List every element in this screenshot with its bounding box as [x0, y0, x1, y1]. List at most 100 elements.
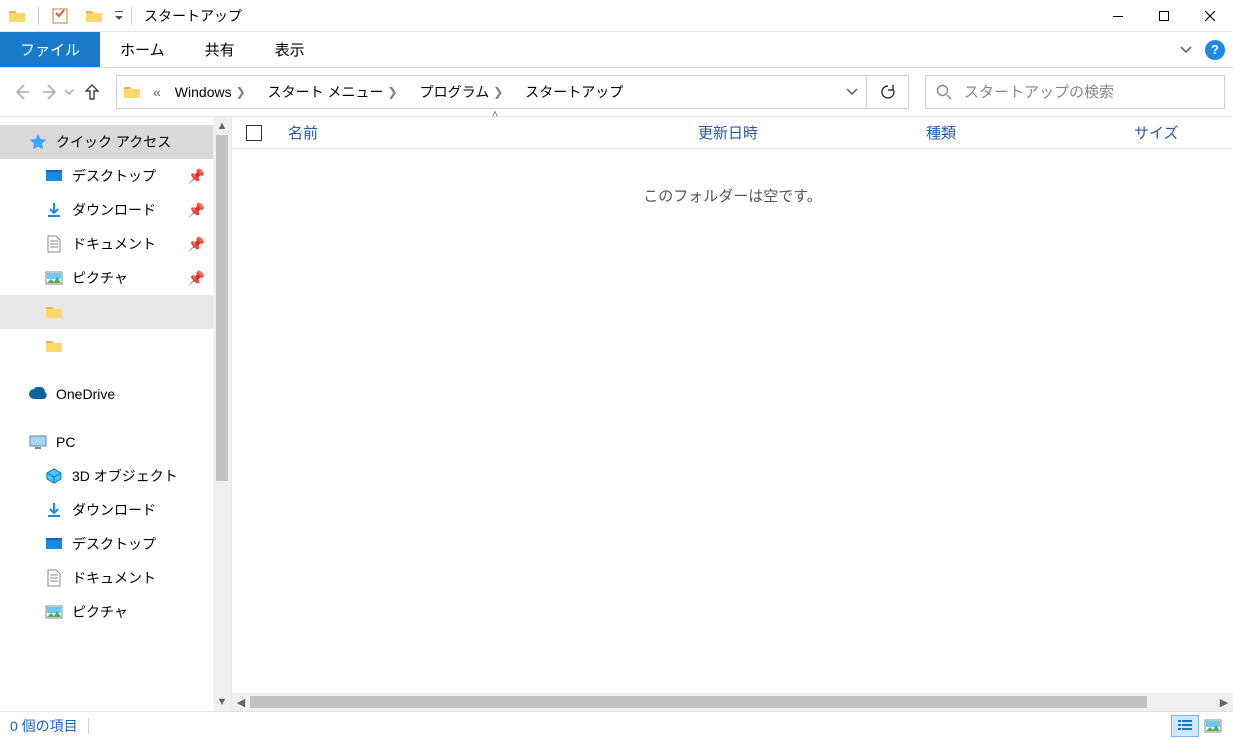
select-all-checkbox[interactable]	[232, 125, 276, 141]
pin-icon: 📌	[188, 168, 205, 185]
nav-quick-access[interactable]: クイック アクセス	[0, 125, 231, 159]
column-type[interactable]: 種類	[914, 117, 1122, 148]
close-button[interactable]	[1187, 0, 1233, 31]
history-dropdown[interactable]	[64, 89, 78, 95]
nav-label: PC	[56, 434, 75, 450]
onedrive-icon	[28, 384, 48, 404]
nav-label: ドキュメント	[72, 234, 156, 254]
chevron-right-icon: ❯	[384, 85, 404, 99]
nav-documents[interactable]: ドキュメント 📌	[0, 227, 231, 261]
pin-icon: 📌	[188, 202, 205, 219]
nav-label: ダウンロード	[72, 200, 156, 220]
scroll-left-icon[interactable]: ◀	[232, 693, 250, 711]
cube-icon	[44, 466, 64, 486]
nav-documents-pc[interactable]: ドキュメント	[0, 561, 231, 595]
qat-dropdown[interactable]	[111, 0, 127, 31]
breadcrumb-item[interactable]: スタートアップ	[517, 76, 631, 108]
ribbon: ファイル ホーム 共有 表示 ?	[0, 32, 1233, 68]
quick-access-toolbar	[0, 0, 127, 31]
nav-downloads-pc[interactable]: ダウンロード	[0, 493, 231, 527]
scroll-track[interactable]	[213, 135, 231, 693]
ribbon-collapse-chevron-icon[interactable]	[1173, 45, 1199, 55]
file-list-area[interactable]: このフォルダーは空です。	[232, 149, 1233, 693]
minimize-button[interactable]	[1095, 0, 1141, 31]
address-bar[interactable]: « Windows❯ スタート メニュー❯ プログラム❯ スタートアップ	[116, 75, 867, 109]
nav-onedrive[interactable]: OneDrive	[0, 377, 231, 411]
nav-desktop-pc[interactable]: デスクトップ	[0, 527, 231, 561]
scroll-right-icon[interactable]: ▶	[1215, 693, 1233, 711]
up-button[interactable]	[78, 78, 106, 106]
help-button[interactable]: ?	[1205, 40, 1225, 60]
nav-pictures[interactable]: ピクチャ 📌	[0, 261, 231, 295]
address-dropdown[interactable]	[838, 88, 866, 96]
tab-home[interactable]: ホーム	[100, 32, 185, 67]
view-thumbnails-button[interactable]	[1199, 715, 1227, 737]
tab-file[interactable]: ファイル	[0, 32, 100, 67]
separator	[38, 7, 39, 25]
empty-folder-message: このフォルダーは空です。	[232, 149, 1233, 206]
qat-folder-icon[interactable]	[0, 0, 34, 31]
column-headers: 名前 更新日時 種類 サイズ	[232, 117, 1233, 149]
scroll-down-icon[interactable]: ▼	[213, 693, 231, 711]
tab-share[interactable]: 共有	[185, 32, 255, 67]
breadcrumb: Windows❯ スタート メニュー❯ プログラム❯ スタートアップ	[167, 76, 838, 108]
status-bar: 0 個の項目	[0, 711, 1233, 739]
view-details-button[interactable]	[1171, 715, 1199, 737]
scroll-up-icon[interactable]: ▲	[213, 117, 231, 135]
breadcrumb-item[interactable]: スタート メニュー❯	[260, 76, 412, 108]
folder-icon	[44, 302, 64, 322]
navigation-row: « Windows❯ スタート メニュー❯ プログラム❯ スタートアップ	[0, 68, 1233, 116]
nav-pictures-pc[interactable]: ピクチャ	[0, 595, 231, 629]
maximize-button[interactable]	[1141, 0, 1187, 31]
back-button[interactable]	[8, 78, 36, 106]
breadcrumb-item[interactable]: プログラム❯	[412, 76, 518, 108]
tab-view[interactable]: 表示	[255, 32, 325, 67]
pictures-icon	[44, 602, 64, 622]
nav-label: ドキュメント	[72, 568, 156, 588]
nav-recent-folder[interactable]	[0, 295, 231, 329]
download-icon	[44, 500, 64, 520]
nav-label: デスクトップ	[72, 166, 156, 186]
separator	[131, 7, 132, 25]
nav-downloads[interactable]: ダウンロード 📌	[0, 193, 231, 227]
search-box[interactable]	[925, 75, 1225, 109]
scroll-track[interactable]	[250, 693, 1215, 711]
nav-label: ピクチャ	[72, 268, 128, 288]
qat-properties-icon[interactable]	[43, 0, 77, 31]
nav-pc[interactable]: PC	[0, 425, 231, 459]
breadcrumb-item[interactable]: Windows❯	[167, 76, 260, 108]
column-size[interactable]: サイズ	[1122, 117, 1233, 148]
content-h-scrollbar[interactable]: ◀ ▶	[232, 693, 1233, 711]
content-pane: ˄ 名前 更新日時 種類 サイズ このフォルダーは空です。 ◀ ▶	[232, 117, 1233, 711]
forward-button[interactable]	[36, 78, 64, 106]
star-icon	[28, 132, 48, 152]
navpane-scrollbar[interactable]: ▲ ▼	[213, 117, 231, 711]
nav-recent-folder[interactable]	[0, 329, 231, 363]
address-folder-icon	[117, 84, 147, 100]
window-title: スタートアップ	[136, 6, 242, 26]
pin-icon: 📌	[188, 270, 205, 287]
nav-label: ダウンロード	[72, 500, 156, 520]
nav-desktop[interactable]: デスクトップ 📌	[0, 159, 231, 193]
download-icon	[44, 200, 64, 220]
chevron-right-icon: ❯	[489, 85, 509, 99]
nav-label: 3D オブジェクト	[72, 466, 178, 486]
breadcrumb-overflow[interactable]: «	[147, 84, 167, 100]
scroll-thumb[interactable]	[250, 696, 1147, 708]
refresh-button[interactable]	[867, 75, 909, 109]
search-input[interactable]	[962, 83, 1214, 102]
nav-label: デスクトップ	[72, 534, 156, 554]
scroll-thumb[interactable]	[216, 135, 228, 481]
navigation-pane: クイック アクセス デスクトップ 📌 ダウンロード 📌 ド	[0, 117, 232, 711]
nav-label: OneDrive	[56, 386, 115, 402]
nav-label: ピクチャ	[72, 602, 128, 622]
pc-icon	[28, 432, 48, 452]
column-date[interactable]: 更新日時	[686, 117, 914, 148]
qat-newfolder-icon[interactable]	[77, 0, 111, 31]
nav-3d-objects[interactable]: 3D オブジェクト	[0, 459, 231, 493]
nav-label: クイック アクセス	[56, 132, 171, 152]
main-area: クイック アクセス デスクトップ 📌 ダウンロード 📌 ド	[0, 116, 1233, 711]
chevron-right-icon: ❯	[232, 85, 252, 99]
desktop-icon	[44, 534, 64, 554]
column-name[interactable]: 名前	[276, 117, 686, 148]
